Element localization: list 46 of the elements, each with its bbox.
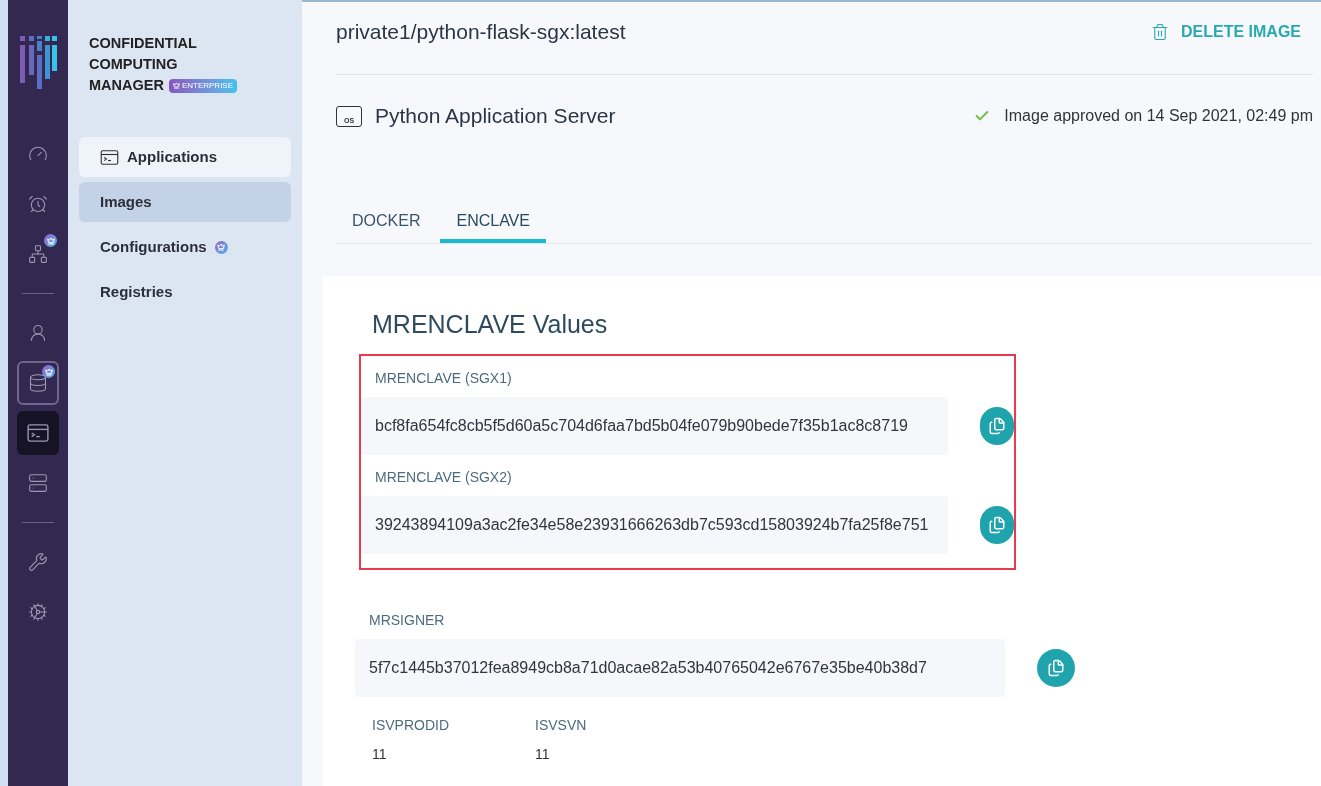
copy-icon xyxy=(987,515,1006,534)
nav-item[interactable]: Registries xyxy=(79,272,291,312)
field-value: 11 xyxy=(372,744,388,764)
crown-badge-icon xyxy=(42,365,55,378)
nav-item[interactable]: Configurations xyxy=(79,227,291,267)
nav-item[interactable]: Applications xyxy=(79,137,291,177)
field-label: ISVPRODID xyxy=(372,715,449,735)
server-icon xyxy=(28,473,48,493)
copy-button[interactable] xyxy=(979,406,1014,445)
approval-status: Image approved on 14 Sep 2021, 02:49 pm xyxy=(1004,106,1313,126)
brand-title: COMPUTING xyxy=(89,55,179,74)
field-label: MRENCLAVE (SGX2) xyxy=(374,467,513,487)
rail-button[interactable] xyxy=(17,361,59,405)
nav-item[interactable]: Images xyxy=(79,182,291,222)
field-label: MRENCLAVE (SGX1) xyxy=(374,368,513,388)
network-icon xyxy=(28,244,48,264)
rail-button[interactable] xyxy=(17,411,59,455)
copy-button[interactable] xyxy=(1037,648,1075,687)
copy-button[interactable] xyxy=(979,505,1014,544)
alarm-clock-icon xyxy=(28,194,48,214)
tab[interactable]: DOCKER xyxy=(336,209,437,243)
crown-badge-icon xyxy=(214,240,228,254)
wrench-icon xyxy=(28,552,48,572)
brand-title: MANAGER xyxy=(89,76,164,95)
brand-title: CONFIDENTIAL xyxy=(89,34,198,53)
tab[interactable]: ENCLAVE xyxy=(440,209,546,243)
terminal-icon xyxy=(100,149,119,165)
value-field: bcf8fa654fc8cb5f5d60a5c704d6faa7bd5b04fe079b90bede7f35b1ac8c8719 xyxy=(361,396,948,455)
field-value: 11 xyxy=(535,744,551,764)
field-label: MRSIGNER xyxy=(368,610,446,630)
copy-icon xyxy=(987,416,1006,435)
cog-icon xyxy=(28,602,48,622)
value-field: 5f7c1445b37012fea8949cb8a71d0acae82a53b40765042e6767e35be40b38d7 xyxy=(355,638,1005,697)
database-icon xyxy=(28,373,48,393)
crown-badge-icon xyxy=(44,234,57,247)
trash-icon xyxy=(1151,23,1169,41)
field-label: ISVSVN xyxy=(535,715,587,735)
user-icon xyxy=(28,323,48,343)
value-field: 39243894109a3ac2fe34e58e23931666263db7c593cd15803924b7fa25f8e751 xyxy=(361,495,948,554)
terminal-icon xyxy=(27,424,49,442)
image-name: private1/python-flask-sgx:latest xyxy=(336,19,626,45)
logo-icon xyxy=(18,33,58,89)
copy-icon xyxy=(1047,658,1065,677)
card-title: MRENCLAVE Values xyxy=(371,309,609,340)
app-name: Python Application Server xyxy=(375,103,616,130)
enterprise-badge: ENTERPRISE xyxy=(168,78,238,93)
